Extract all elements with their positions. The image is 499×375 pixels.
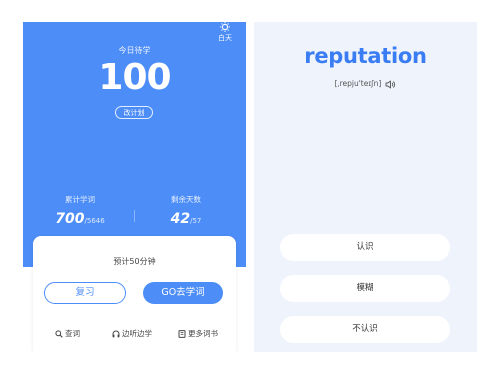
book-icon [178, 329, 186, 338]
review-button[interactable]: 复习 [44, 282, 126, 304]
estimate-text: 预计50分钟 [33, 256, 236, 267]
remaining-days-label: 剩余天数 [171, 195, 201, 204]
learned-words-label: 累计学词 [65, 195, 95, 204]
search-icon [55, 329, 63, 338]
learned-words-stat: 累计学词 700/5646 [35, 194, 125, 227]
phonetic-text: [ˌrepju'teɪʃn] [334, 79, 382, 88]
learned-words-total: /5646 [84, 217, 105, 225]
listen-learn-link[interactable]: 边听边学 [112, 328, 152, 339]
change-plan-button[interactable]: 改计划 [115, 106, 153, 119]
remaining-days-value: 42 [170, 211, 191, 227]
vocabulary-word: reputation [304, 44, 427, 68]
speaker-icon[interactable] [385, 74, 396, 93]
estimate-value: 50 [129, 257, 140, 266]
more-books-link[interactable]: 更多词书 [178, 328, 218, 339]
remaining-days-total: /57 [190, 217, 202, 225]
remaining-days-stat: 剩余天数 42/57 [141, 194, 231, 227]
lookup-link[interactable]: 查词 [55, 328, 80, 339]
dont-know-button[interactable]: 不认识 [280, 316, 450, 343]
estimate-prefix: 预计 [113, 257, 130, 266]
study-header: 白天 今日待学 100 改计划 累计学词 700/5646 剩余天数 42/57 [23, 22, 246, 267]
vague-button[interactable]: 模糊 [280, 275, 450, 302]
today-label: 今日待学 [118, 46, 151, 55]
more-books-label: 更多词书 [188, 329, 218, 338]
learned-words-value-group: 700/5646 [35, 208, 125, 227]
phonetic-row: [ˌrepju'teɪʃn] [254, 74, 477, 93]
word-card-screen: reputation [ˌrepju'teɪʃn] 认识 模糊 不认识 [254, 22, 477, 352]
stat-divider [134, 210, 135, 222]
lookup-label: 查词 [65, 329, 80, 338]
quick-links: 查词 边听边学 更多词书 [33, 328, 236, 340]
know-button[interactable]: 认识 [280, 234, 450, 261]
day-mode-label: 白天 [218, 34, 232, 42]
sun-icon [214, 22, 236, 33]
day-mode-toggle[interactable]: 白天 [214, 22, 236, 43]
go-learn-button[interactable]: GO去学词 [143, 282, 223, 304]
learned-words-value: 700 [55, 211, 85, 227]
listen-learn-label: 边听边学 [122, 329, 152, 338]
estimate-suffix: 分钟 [139, 257, 156, 266]
study-home-screen: 白天 今日待学 100 改计划 累计学词 700/5646 剩余天数 42/57… [23, 22, 246, 352]
remaining-days-value-group: 42/57 [141, 208, 231, 227]
headphones-icon [112, 330, 120, 338]
study-card: 预计50分钟 复习 GO去学词 查词 边听边学 更多词书 [33, 236, 236, 352]
today-count: 100 [98, 57, 171, 98]
